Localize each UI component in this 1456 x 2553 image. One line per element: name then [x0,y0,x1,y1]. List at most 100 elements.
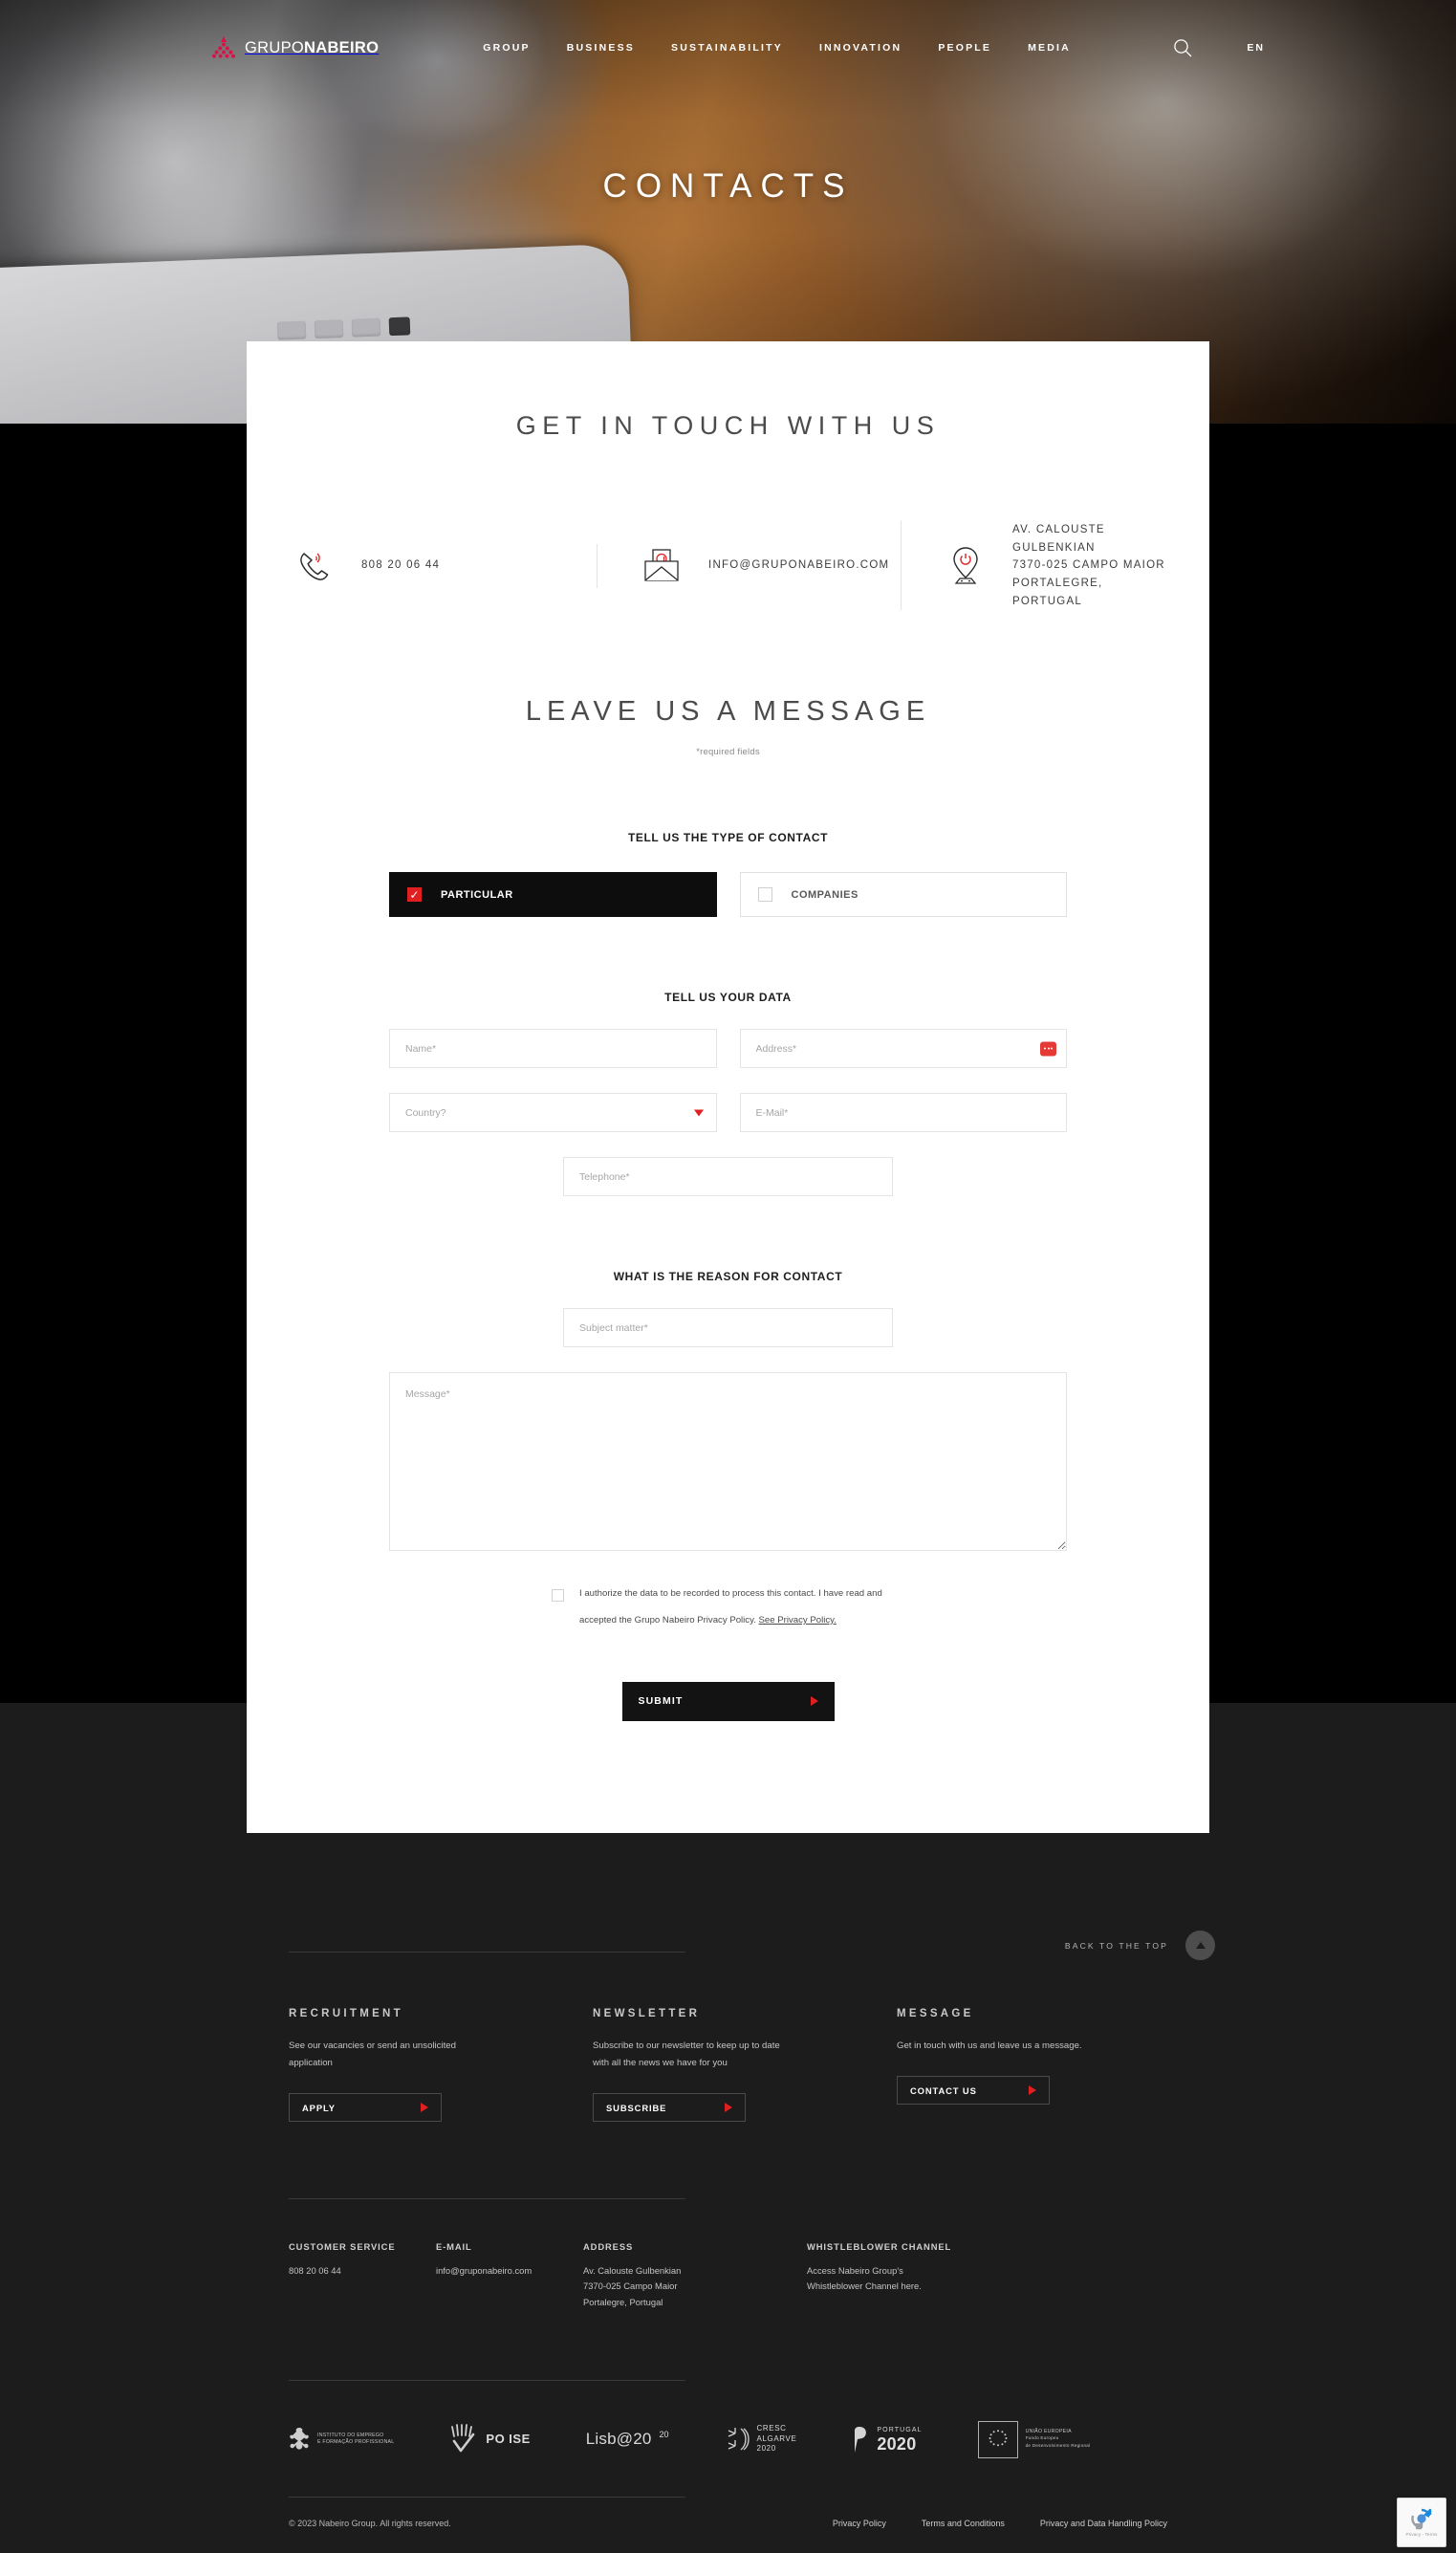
address-field-wrapper [739,1029,1067,1069]
recaptcha-badge[interactable]: Privacy - Terms [1397,2497,1446,2547]
footer-email: E-MAIL info@gruponabeiro.com [436,2239,583,2310]
consent-checkbox[interactable] [552,1589,564,1603]
contact-email[interactable]: INFO@GRUPONABEIRO.COM [597,543,901,588]
recaptcha-label: Privacy - Terms [1405,2532,1438,2538]
legal-link-data-handling[interactable]: Privacy and Data Handling Policy [1040,2519,1167,2528]
password-manager-icon[interactable] [1040,1041,1056,1057]
submit-button[interactable]: SUBMIT [621,1681,835,1721]
footer-email-value[interactable]: info@gruponabeiro.com [436,2263,583,2280]
contact-us-button-label: CONTACT US [910,2084,977,2096]
brand-logo[interactable]: GRUPONABEIRO [211,35,379,60]
po-ise-logo-caption: PO ISE [486,2431,531,2446]
po-ise-logo: PO ISE [449,2423,530,2455]
nav-item-media[interactable]: MEDIA [1028,42,1071,54]
back-to-top[interactable]: BACK TO THE TOP [1065,1931,1215,1960]
form-row-country-email [389,1093,1067,1133]
submit-button-label: SUBMIT [638,1695,684,1708]
contact-address: AV. CALOUSTE GULBENKIAN 7370-025 CAMPO M… [901,521,1167,611]
contact-address-text: AV. CALOUSTE GULBENKIAN 7370-025 CAMPO M… [1012,521,1167,610]
nav-item-group[interactable]: GROUP [483,42,531,54]
legal-link-terms-and-conditions[interactable]: Terms and Conditions [922,2519,1005,2528]
footer-address-title: ADDRESS [583,2241,634,2253]
arrow-right-icon [421,2103,428,2113]
checkbox-unchecked-icon [757,887,772,903]
lisboa2020-logo: Lisb@20 20 [586,2430,669,2449]
footer-customer-service-title: CUSTOMER SERVICE [289,2241,396,2253]
portugal2020-caption: PORTUGAL 2020 [877,2426,923,2455]
uniao-europeia-caption: UNIÃO EUROPEIA Fundo Europeu de Desenvolvi… [1025,2428,1091,2448]
brand-name: GRUPONABEIRO [245,38,380,56]
subscribe-button[interactable]: SUBSCRIBE [593,2093,746,2123]
see-privacy-policy-link[interactable]: See Privacy Policy. [759,1613,837,1629]
footer-divider-top [289,1952,685,1953]
lisboa2020-superscript: 20 [659,2430,669,2440]
arrow-right-icon [1029,2085,1036,2096]
contact-type-particular[interactable]: ✓ PARTICULAR [389,872,717,918]
consent-row: I authorize the data to be recorded to p… [389,1586,1067,1629]
iefp-logo: INSTITUTO DO EMPREGO E FORMAÇÃO PROFISSIO… [289,2427,394,2452]
legal-link-privacy-policy[interactable]: Privacy Policy [833,2519,886,2528]
portugal2020-logo: PORTUGAL 2020 [852,2425,922,2454]
back-to-top-label: BACK TO THE TOP [1064,1940,1168,1951]
apply-button[interactable]: APPLY [289,2093,442,2123]
footer-newsletter-title: NEWSLETTER [593,2008,701,2019]
copyright-text: © 2023 Nabeiro Group. All rights reserve… [289,2518,451,2528]
country-select[interactable] [389,1093,717,1133]
contact-email-text: INFO@GRUPONABEIRO.COM [708,559,890,572]
partner-logos-row: INSTITUTO DO EMPREGO E FORMAÇÃO PROFISSIO… [289,2420,1167,2458]
cresc-algarve-2020-logo: CRESC ALGARVE 2020 [725,2424,797,2454]
footer-message-title: MESSAGE [897,2008,974,2019]
phone-icon [293,544,337,588]
contact-us-button[interactable]: CONTACT US [897,2076,1050,2106]
legal-links: Privacy Policy Terms and Conditions Priv… [833,2519,1167,2528]
subject-input[interactable] [563,1308,893,1348]
footer-info-row: CUSTOMER SERVICE 808 20 06 44 E-MAIL inf… [289,2239,1167,2310]
form-row-telephone [389,1157,1067,1197]
arrow-up-icon[interactable] [1185,1931,1215,1960]
consent-text-block: I authorize the data to be recorded to p… [579,1586,885,1629]
form-row-subject [389,1308,1067,1348]
nav-item-people[interactable]: PEOPLE [938,42,991,54]
contact-info-row: 808 20 06 44 INFO@GRUPONABEIRO.COM AV. C… [247,521,1209,611]
address-line-1: AV. CALOUSTE GULBENKIAN [1012,524,1105,554]
contact-phone[interactable]: 808 20 06 44 [293,544,597,588]
address-input[interactable] [739,1029,1067,1069]
contact-type-companies[interactable]: COMPANIES [739,872,1067,918]
subheading-your-data: TELL US YOUR DATA [664,991,792,1005]
contact-type-companies-label: COMPANIES [791,888,858,901]
arrow-right-icon [725,2103,732,2113]
footer-whistleblower-title: WHISTLEBLOWER CHANNEL [807,2241,952,2253]
footer-container: BACK TO THE TOP RECRUITMENT See our vaca… [247,1931,1215,2553]
footer-divider-logos [289,2379,685,2381]
footer-address-line-2: 7370-025 Campo Maior [583,2280,678,2292]
nabeiro-pyramid-icon [211,35,236,60]
footer-divider-bottom [289,2496,685,2498]
iefp-logo-caption: INSTITUTO DO EMPREGO E FORMAÇÃO PROFISSIO… [317,2432,395,2446]
footer-email-title: E-MAIL [436,2241,472,2253]
message-textarea[interactable] [389,1372,1067,1552]
site-header: GRUPONABEIRO GROUP BUSINESS SUSTAINABILI… [0,0,1456,96]
footer-recruitment-text: See our vacancies or send an unsolicited… [289,2040,456,2069]
country-field-wrapper [389,1093,717,1133]
footer-customer-service-phone[interactable]: 808 20 06 44 [289,2263,436,2280]
footer-address-line-3: Portalegre, Portugal [583,2296,663,2307]
subheading-reason-for-contact: WHAT IS THE REASON FOR CONTACT [613,1270,843,1284]
language-switcher[interactable]: EN [1247,42,1265,54]
uniao-europeia-logo: UNIÃO EUROPEIA Fundo Europeu de Desenvolvi… [977,2420,1091,2458]
search-icon[interactable] [1172,37,1193,58]
copyright-row: © 2023 Nabeiro Group. All rights reserve… [289,2519,1167,2553]
nav-item-sustainability[interactable]: SUSTAINABILITY [671,42,783,54]
email-input[interactable] [739,1093,1067,1133]
checkbox-checked-icon: ✓ [407,887,422,903]
header-actions: EN [1172,37,1265,58]
nav-item-innovation[interactable]: INNOVATION [819,42,902,54]
telephone-input[interactable] [563,1157,893,1197]
footer-column-message: MESSAGE Get in touch with us and leave u… [897,2008,1167,2122]
name-input[interactable] [389,1029,717,1069]
footer-whistleblower-line-2[interactable]: Whistleblower Channel here. [807,2279,954,2295]
content-panel: GET IN TOUCH WITH US 808 20 06 44 INFO@G… [247,341,1209,1833]
contact-phone-text: 808 20 06 44 [361,559,441,572]
arrow-right-icon [810,1696,818,1707]
main-navigation: GROUP BUSINESS SUSTAINABILITY INNOVATION… [483,42,1071,54]
nav-item-business[interactable]: BUSINESS [567,42,635,54]
